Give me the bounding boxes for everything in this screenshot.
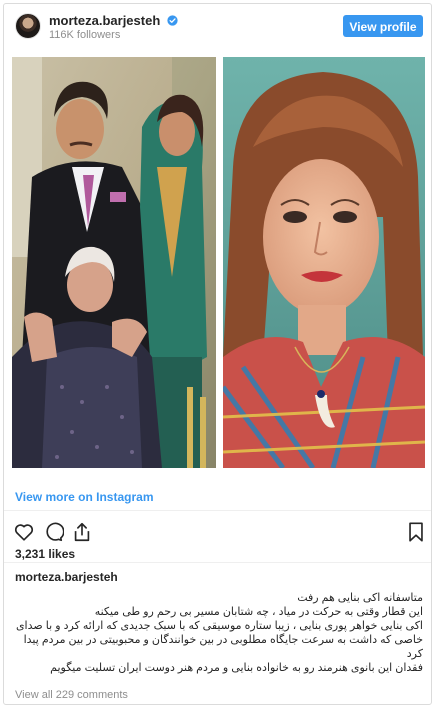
view-all-comments-link[interactable]: View all 229 comments <box>15 689 128 701</box>
post-media[interactable] <box>4 48 431 476</box>
caption-line: این قطار وقتی به حرکت در میاد ، چه شتابا… <box>94 606 423 618</box>
username-row[interactable]: morteza.barjesteh <box>49 13 178 28</box>
avatar[interactable] <box>15 13 41 39</box>
heart-icon[interactable] <box>13 521 35 543</box>
likes-count[interactable]: 3,231 likes <box>15 547 75 561</box>
share-icon[interactable] <box>71 521 93 543</box>
username[interactable]: morteza.barjesteh <box>49 13 160 28</box>
caption-line: اکی بنایی خواهر پوری بنایی ، زیبا ستاره … <box>15 620 423 660</box>
view-profile-button[interactable]: View profile <box>343 15 423 37</box>
view-more-on-instagram-link[interactable]: View more on Instagram <box>15 490 154 504</box>
caption-line: متاسفانه اکی بنایی هم رفت <box>297 592 423 604</box>
post-header: morteza.barjesteh 116K followers View pr… <box>4 4 431 48</box>
post-caption: متاسفانه اکی بنایی هم رفت این قطار وقتی … <box>12 591 423 675</box>
caption-line: فقدان این بانوی هنرمند رو به خانواده بنا… <box>50 662 423 674</box>
verified-badge-icon <box>167 15 178 26</box>
followers-count: 116K followers <box>49 29 121 41</box>
divider <box>4 562 431 563</box>
divider <box>4 510 431 511</box>
action-bar <box>4 516 431 548</box>
bookmark-icon[interactable] <box>405 521 427 543</box>
post-owner-username[interactable]: morteza.barjesteh <box>15 570 118 584</box>
photo-left-group <box>12 57 216 468</box>
photo-right-portrait <box>223 57 425 468</box>
instagram-embed-card: morteza.barjesteh 116K followers View pr… <box>3 3 432 705</box>
comment-bubble-icon[interactable] <box>42 521 64 543</box>
